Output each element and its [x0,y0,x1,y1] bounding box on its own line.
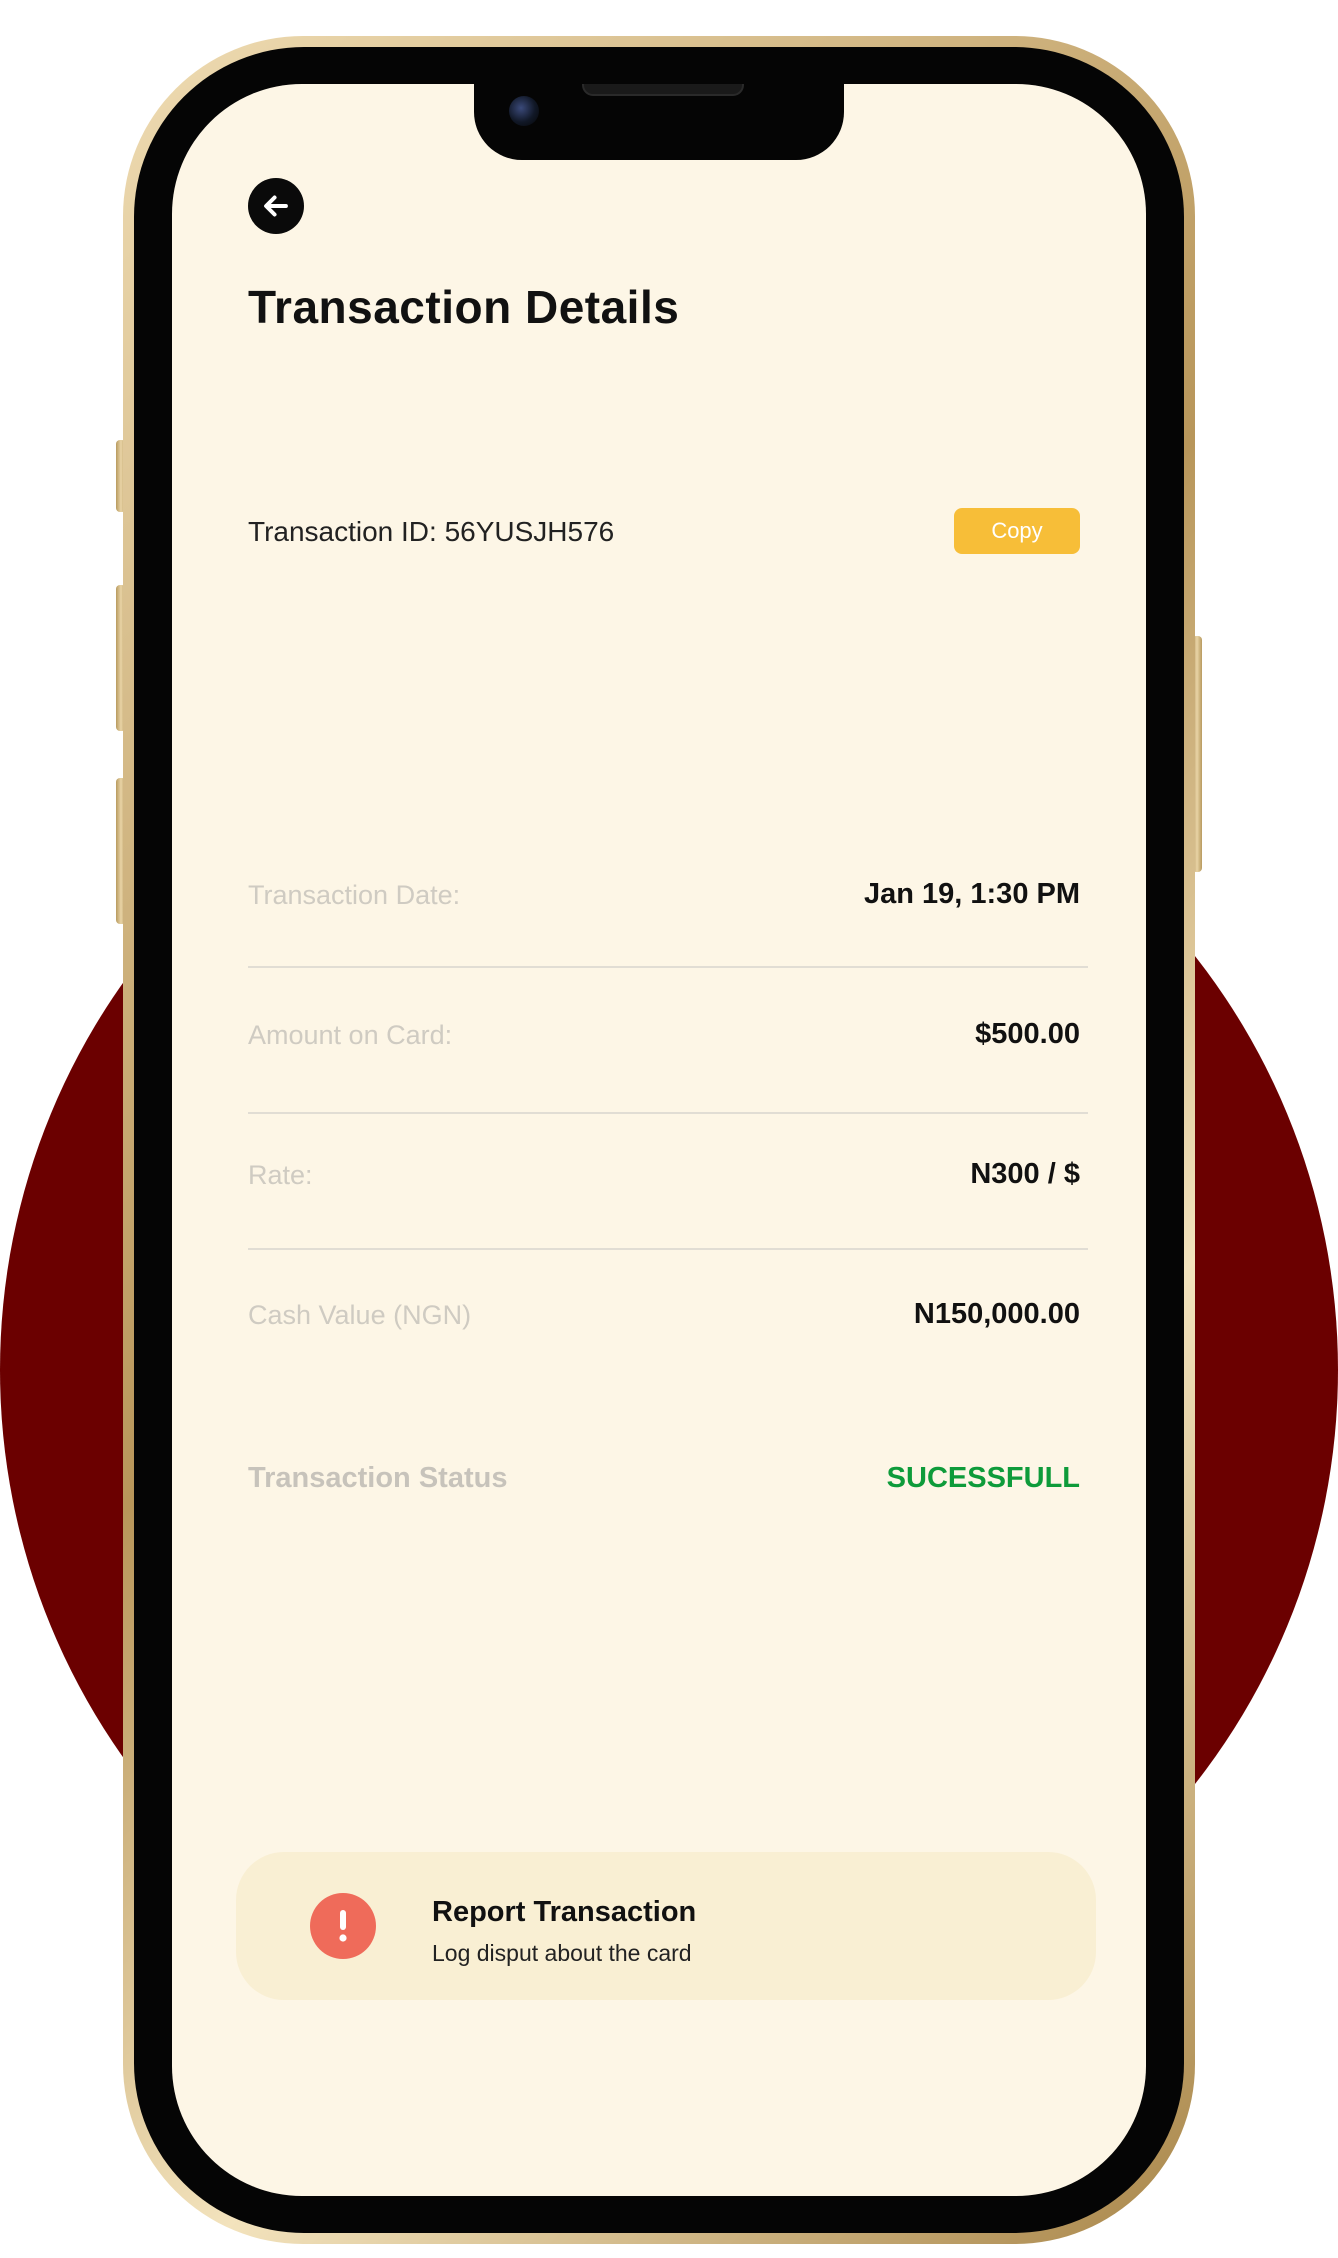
divider [248,1248,1088,1250]
divider [248,966,1088,968]
transaction-date-label: Transaction Date: [248,880,461,910]
rate-label: Rate: [248,1160,313,1190]
divider [248,1112,1088,1114]
report-transaction-card[interactable]: Report Transaction Log disput about the … [236,1852,1096,2000]
cash-value-label: Cash Value (NGN) [248,1300,472,1330]
cash-value-value: N150,000.00 [913,1298,1080,1330]
transaction-status-label: Transaction Status [248,1462,508,1494]
alert-icon [310,1893,376,1959]
amount-on-card-value: $500.00 [975,1018,1080,1050]
phone-screen: Transaction Details Transaction ID: 56YU… [172,84,1146,2196]
speaker-grille [582,84,744,96]
transaction-id: Transaction ID: 56YUSJH576 [248,516,615,547]
arrow-left-icon [264,195,288,217]
page-title: Transaction Details [248,281,680,333]
transaction-date-value: Jan 19, 1:30 PM [864,878,1080,910]
amount-on-card-label: Amount on Card: [248,1020,453,1050]
rate-value: N300 / $ [970,1158,1080,1190]
report-subtitle: Log disput about the card [432,1940,692,1966]
camera-icon [509,96,539,126]
report-title: Report Transaction [432,1896,697,1928]
phone-notch [474,84,844,160]
copy-button[interactable]: Copy [954,508,1080,554]
transaction-status-value: SUCESSFULL [886,1462,1080,1494]
back-button[interactable] [248,178,304,234]
